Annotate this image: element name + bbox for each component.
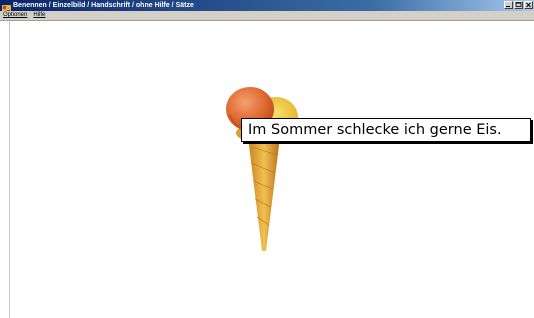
maximize-icon[interactable] bbox=[514, 1, 523, 9]
menu-optionen[interactable]: Optionen bbox=[3, 11, 27, 20]
panel-divider bbox=[9, 21, 10, 318]
window-title: Benennen / Einzelbild / Handschrift / oh… bbox=[13, 2, 194, 9]
app-icon[interactable] bbox=[2, 1, 11, 14]
close-icon[interactable] bbox=[524, 1, 533, 9]
sentence-text: Im Sommer schlecke ich gerne Eis. bbox=[248, 122, 502, 138]
window-controls bbox=[503, 1, 533, 9]
ice-cream-cone-image bbox=[226, 87, 298, 251]
sentence-label: Im Sommer schlecke ich gerne Eis. bbox=[241, 118, 531, 142]
minimize-icon[interactable] bbox=[504, 1, 513, 9]
menu-hilfe[interactable]: Hilfe bbox=[33, 11, 45, 20]
menu-bar: Optionen Hilfe bbox=[0, 11, 534, 21]
title-bar: Benennen / Einzelbild / Handschrift / oh… bbox=[0, 0, 534, 14]
